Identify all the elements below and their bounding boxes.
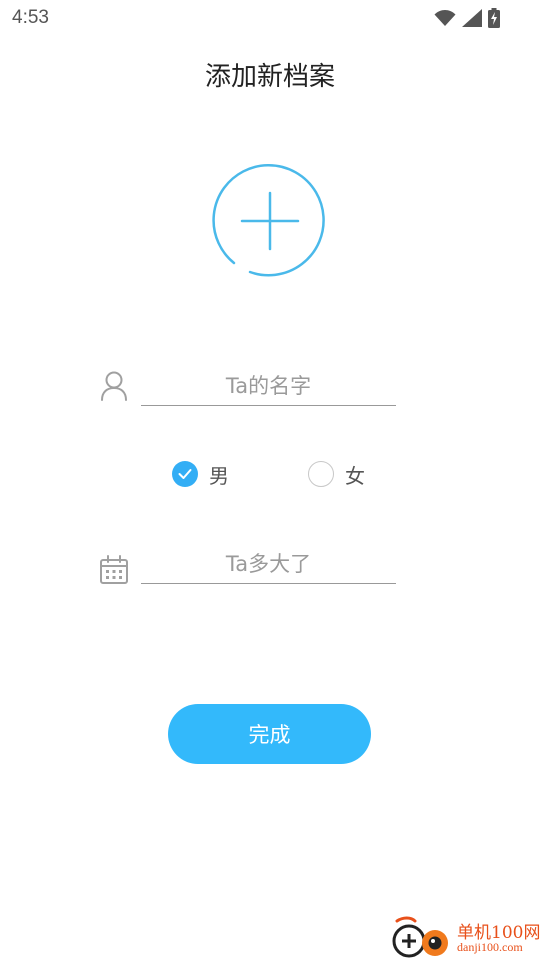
- name-input[interactable]: [141, 366, 396, 406]
- gender-option-female[interactable]: 女: [308, 458, 365, 490]
- page-title: 添加新档案: [204, 62, 335, 92]
- add-avatar-button[interactable]: [212, 163, 328, 279]
- watermark-logo-icon: [392, 916, 448, 958]
- gender-option-male[interactable]: 男: [172, 458, 229, 490]
- person-icon: [101, 371, 127, 401]
- done-button[interactable]: 完成: [168, 704, 371, 764]
- plus-icon: [212, 163, 325, 277]
- signal-icon: [462, 9, 482, 27]
- status-icons: [434, 7, 500, 29]
- age-input[interactable]: [141, 544, 396, 584]
- watermark: 单机100网 danji100.com: [389, 915, 540, 960]
- radio-unchecked-icon: [308, 461, 334, 487]
- radio-checked-icon: [172, 461, 198, 487]
- calendar-icon: [100, 555, 128, 584]
- gender-label-male: 男: [209, 463, 229, 488]
- gender-label-female: 女: [345, 463, 365, 488]
- battery-charging-icon: [488, 8, 500, 28]
- status-bar: 4:53: [0, 0, 540, 36]
- watermark-domain: danji100.com: [457, 940, 523, 954]
- status-time: 4:53: [12, 7, 49, 28]
- wifi-icon: [434, 10, 456, 26]
